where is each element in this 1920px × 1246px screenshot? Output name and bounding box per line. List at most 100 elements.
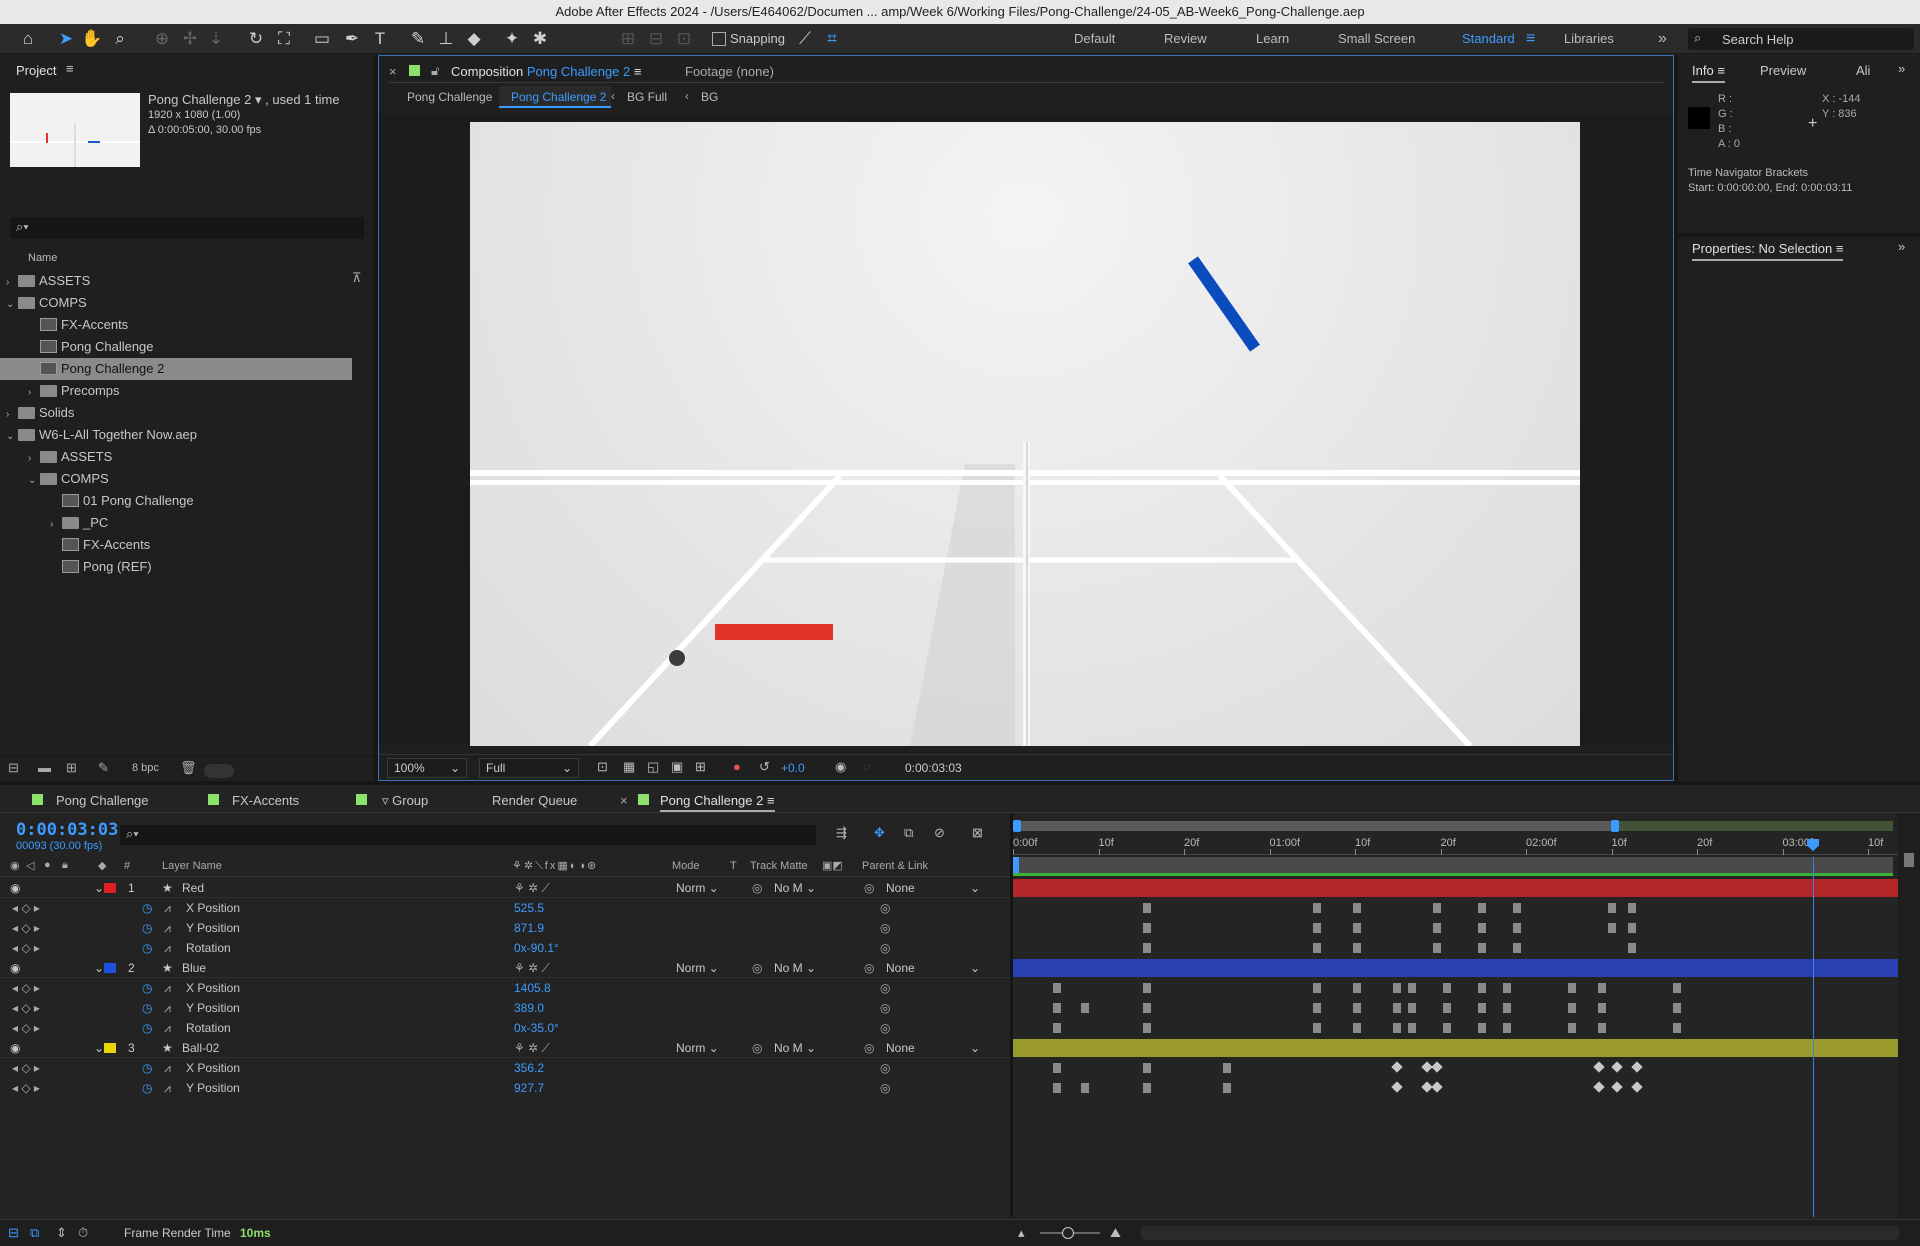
property-value[interactable]: 871.9 xyxy=(514,918,544,938)
name-column-header[interactable]: Name xyxy=(28,252,57,264)
layer-label-color[interactable] xyxy=(104,883,116,893)
footage-tab[interactable]: Footage (none) xyxy=(685,64,774,79)
expression-pickwhip-icon[interactable]: ◎ xyxy=(880,978,890,998)
stopwatch-icon[interactable]: ◷ xyxy=(142,1078,152,1098)
keyframe[interactable] xyxy=(1143,1083,1151,1093)
keyframe[interactable] xyxy=(1143,1063,1151,1073)
layer-duration-bar[interactable] xyxy=(1013,1039,1898,1057)
keyframe[interactable] xyxy=(1431,1081,1443,1093)
keyframe[interactable] xyxy=(1053,1083,1061,1093)
frame-blending-icon[interactable]: ⊘ xyxy=(934,825,945,841)
workspace-menu-icon[interactable]: ≡ xyxy=(1526,24,1535,54)
rotation-tool-icon[interactable]: ↻ xyxy=(244,27,268,51)
layer-row[interactable]: ◉ ⌄ 1 ★ Red ⚘ ✲ ⟋ Norm ⌄ ◎ No M ⌄ ◎ None ⌄ xyxy=(0,878,1010,898)
keyframe[interactable] xyxy=(1628,923,1636,933)
track-matte-pickwhip-icon[interactable]: ◎ xyxy=(752,1038,762,1058)
stopwatch-icon[interactable]: ◷ xyxy=(142,898,152,918)
timeline-tab[interactable]: FX-Accents xyxy=(232,793,299,808)
layer-switches[interactable]: ⚘ ✲ ⟋ xyxy=(514,878,550,898)
overflow-chevron-icon[interactable]: » xyxy=(1898,61,1905,76)
stopwatch-icon[interactable]: ◷ xyxy=(142,1018,152,1038)
property-row[interactable]: ◂ ◇ ▸ ◷ ⩘ X Position 525.5 ◎ xyxy=(0,898,1010,918)
keyframe[interactable] xyxy=(1443,1003,1451,1013)
workspace-libraries[interactable]: Libraries xyxy=(1564,24,1614,54)
chevron-right-icon[interactable]: › xyxy=(28,382,40,404)
new-composition-icon[interactable]: ⊞ xyxy=(66,760,77,776)
panel-menu-icon[interactable]: ≡ xyxy=(634,64,642,79)
draft-3d-icon[interactable]: ✥ xyxy=(874,825,885,841)
keyframe[interactable] xyxy=(1313,983,1321,993)
track-matte-pickwhip-icon[interactable]: ◎ xyxy=(752,958,762,978)
keyframe[interactable] xyxy=(1673,983,1681,993)
keyframe[interactable] xyxy=(1223,1063,1231,1073)
anchor-tool-icon[interactable]: ⛶ xyxy=(272,27,296,51)
project-folder-item[interactable]: ⌄ W6-L-All Together Now.aep xyxy=(0,424,352,446)
panel-menu-icon[interactable]: ≡ xyxy=(1717,63,1725,78)
project-comp-item[interactable]: FX-Accents xyxy=(0,534,352,556)
info-tab[interactable]: Info ≡ xyxy=(1692,63,1725,83)
align-tab[interactable]: Ali xyxy=(1856,63,1870,78)
exposure-value[interactable]: +0.0 xyxy=(781,761,805,775)
layer-name-column-header[interactable]: Layer Name xyxy=(162,860,222,872)
visibility-eye-icon[interactable]: ◉ xyxy=(10,958,20,978)
mask-visibility-icon[interactable]: ◱ xyxy=(647,759,659,775)
keyframe[interactable] xyxy=(1478,923,1486,933)
layer-duration-bar[interactable] xyxy=(1013,959,1898,977)
parent-dropdown[interactable]: None ⌄ xyxy=(886,1038,986,1058)
pen-tool-icon[interactable]: ✒ xyxy=(340,27,364,51)
project-folder-item[interactable]: › Precomps xyxy=(0,380,352,402)
graph-icon[interactable]: ⩘ xyxy=(164,898,171,918)
render-queue-tab[interactable]: Render Queue xyxy=(492,793,577,808)
keyframe-navigator-icon[interactable]: ◂ ◇ ▸ xyxy=(12,938,40,958)
property-row[interactable]: ◂ ◇ ▸ ◷ ⩘ Y Position 389.0 ◎ xyxy=(0,998,1010,1018)
hand-tool-icon[interactable]: ✋ xyxy=(80,27,104,51)
keyframe[interactable] xyxy=(1628,943,1636,953)
parent-link-column-header[interactable]: Parent & Link xyxy=(862,860,928,872)
zoom-slider[interactable] xyxy=(1040,1227,1100,1239)
breadcrumb-item[interactable]: BG xyxy=(701,90,718,104)
keyframe[interactable] xyxy=(1353,943,1361,953)
keyframe[interactable] xyxy=(1608,923,1616,933)
property-row[interactable]: ◂ ◇ ▸ ◷ ⩘ Rotation 0x-35.0° ◎ xyxy=(0,1018,1010,1038)
project-folder-item[interactable]: › ASSETS xyxy=(0,270,352,292)
timeline-tab[interactable]: ▿ Group xyxy=(382,793,428,809)
keyframe[interactable] xyxy=(1353,1023,1361,1033)
project-search-input[interactable]: ⌕▾ xyxy=(10,217,364,239)
stopwatch-icon[interactable]: ◷ xyxy=(142,978,152,998)
graph-icon[interactable]: ⩘ xyxy=(164,978,171,998)
search-help-field[interactable]: ⌕ Search Help xyxy=(1688,28,1914,50)
panel-menu-icon[interactable]: ≡ xyxy=(1836,241,1844,256)
thumbnail-slider[interactable] xyxy=(204,764,234,778)
overflow-chevron-icon[interactable]: » xyxy=(1658,24,1667,54)
timeline-scrollbar[interactable] xyxy=(1898,813,1920,1217)
keyframe[interactable] xyxy=(1313,1023,1321,1033)
graph-icon[interactable]: ⩘ xyxy=(164,938,171,958)
keyframe-navigator-icon[interactable]: ◂ ◇ ▸ xyxy=(12,1058,40,1078)
pan-tool-icon[interactable]: ✢ xyxy=(178,27,202,51)
expression-pickwhip-icon[interactable]: ◎ xyxy=(880,898,890,918)
stopwatch-icon[interactable]: ◷ xyxy=(142,918,152,938)
twirl-down-icon[interactable]: ⌄ xyxy=(94,958,104,978)
workspace-review[interactable]: Review xyxy=(1164,24,1207,54)
keyframe[interactable] xyxy=(1313,923,1321,933)
rectangle-tool-icon[interactable]: ▭ xyxy=(310,27,334,51)
graph-editor-icon[interactable]: ⊠ xyxy=(972,825,983,841)
horizontal-scrollbar[interactable] xyxy=(1140,1226,1900,1240)
workspace-small-screen[interactable]: Small Screen xyxy=(1338,24,1415,54)
zoom-slider-thumb[interactable] xyxy=(1062,1227,1074,1239)
layer-duration-bar[interactable] xyxy=(1013,879,1898,897)
keyframe[interactable] xyxy=(1611,1081,1623,1093)
project-folder-item[interactable]: ⌄ COMPS xyxy=(0,292,352,314)
close-tab-icon[interactable]: × xyxy=(620,793,628,808)
keyframe[interactable] xyxy=(1313,1003,1321,1013)
keyframe[interactable] xyxy=(1053,1003,1061,1013)
expression-pickwhip-icon[interactable]: ◎ xyxy=(880,998,890,1018)
layer-mode-dropdown[interactable]: Norm ⌄ xyxy=(676,878,719,898)
solo-switch-icon[interactable]: ● xyxy=(44,859,51,871)
parent-pickwhip-icon[interactable]: ◎ xyxy=(864,878,874,898)
property-value[interactable]: 525.5 xyxy=(514,898,544,918)
keyframe[interactable] xyxy=(1608,903,1616,913)
close-tab-icon[interactable]: × xyxy=(389,64,397,79)
navigator-end-handle[interactable] xyxy=(1611,820,1619,832)
project-tab[interactable]: Project xyxy=(16,63,56,78)
